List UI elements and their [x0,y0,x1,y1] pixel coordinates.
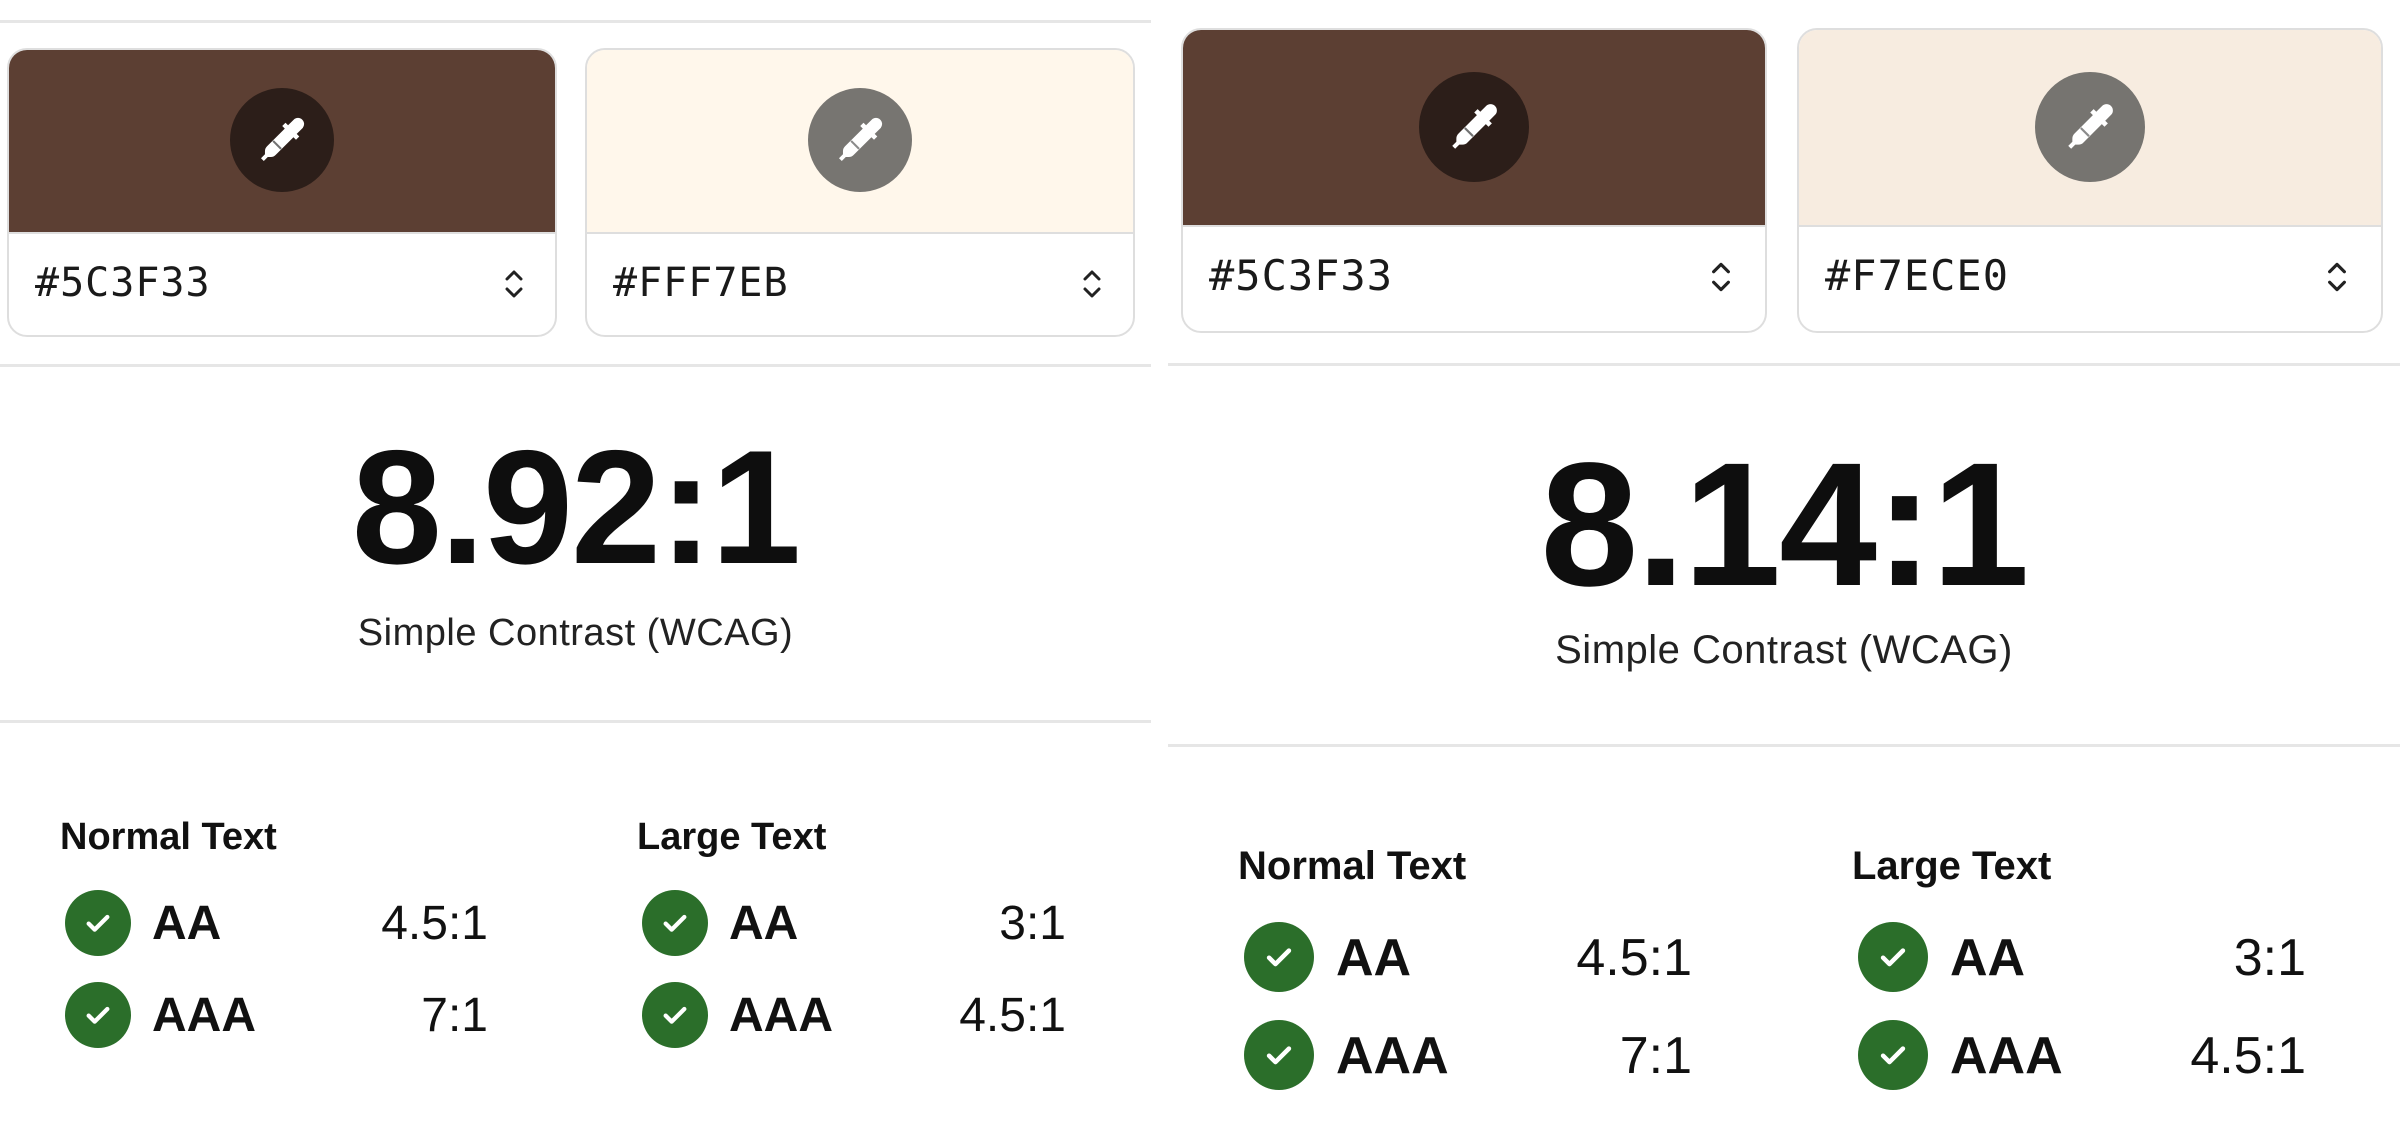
foreground-hex-row[interactable]: #5C3F33 [9,232,555,335]
check-icon [642,890,708,956]
background-color-card: #F7ECE0 [1797,28,2383,333]
foreground-stepper-icon[interactable] [1709,257,1733,297]
ratio-divider [0,720,1151,723]
normal-text-title: Normal Text [1238,844,1467,888]
background-hex-row[interactable]: #FFF7EB [587,232,1133,335]
check-icon [1858,922,1928,992]
normal-aaa-level: AAA [152,989,256,1042]
contrast-ratio-label: Simple Contrast (WCAG) [1555,628,2013,672]
foreground-color-card: #5C3F33 [1181,28,1767,333]
left-contrast-panel: #5C3F33 #FFF7EB 8.92:1 Simple Contrast (… [0,0,1151,1132]
foreground-hex-row[interactable]: #5C3F33 [1183,223,1765,331]
normal-aa-ratio: 4.5:1 [381,897,488,950]
large-aa-level: AA [729,897,799,950]
background-eyedropper-button[interactable] [2035,72,2145,182]
foreground-hex-value[interactable]: #5C3F33 [1209,251,1393,300]
foreground-eyedropper-button[interactable] [1419,72,1529,182]
ratio-divider [1168,744,2400,747]
large-aaa-level: AAA [1950,1027,2063,1085]
large-aaa-level: AAA [729,989,833,1042]
background-stepper-icon[interactable] [2325,257,2349,297]
eyedropper-icon [1452,104,1497,149]
check-icon [1244,922,1314,992]
foreground-eyedropper-button[interactable] [230,88,334,192]
normal-text-title: Normal Text [60,816,277,858]
foreground-stepper-icon[interactable] [503,265,525,303]
large-aa-ratio: 3:1 [2233,929,2306,987]
foreground-color-card: #5C3F33 [7,48,557,337]
background-hex-row[interactable]: #F7ECE0 [1799,223,2381,331]
background-eyedropper-button[interactable] [808,88,912,192]
large-aaa-ratio: 4.5:1 [959,989,1066,1042]
check-icon [65,890,131,956]
large-text-title: Large Text [637,816,827,858]
contrast-ratio-value: 8.92:1 [351,417,801,598]
eyedropper-icon [2068,104,2113,149]
large-aa-level: AA [1950,929,2026,987]
eyedropper-icon [261,117,305,161]
large-text-title: Large Text [1852,844,2052,888]
swatch-divider [0,364,1151,367]
check-icon [65,982,131,1048]
large-aaa-ratio: 4.5:1 [2190,1027,2306,1085]
top-divider [0,20,1151,23]
normal-aa-ratio: 4.5:1 [1576,929,1692,987]
swatch-divider [1168,363,2400,366]
contrast-ratio-label: Simple Contrast (WCAG) [357,612,794,654]
normal-aa-level: AA [1336,929,1412,987]
large-aa-ratio: 3:1 [999,897,1066,950]
normal-aaa-ratio: 7:1 [1619,1027,1692,1085]
normal-aaa-level: AAA [1336,1027,1449,1085]
normal-aaa-ratio: 7:1 [421,989,488,1042]
check-icon [642,982,708,1048]
normal-aa-level: AA [152,897,222,950]
check-icon [1858,1020,1928,1090]
background-stepper-icon[interactable] [1081,265,1103,303]
background-color-card: #FFF7EB [585,48,1135,337]
right-contrast-panel: #5C3F33 #F7ECE0 8.14:1 Simple Contrast (… [1168,0,2400,1132]
background-hex-value[interactable]: #FFF7EB [613,260,789,306]
foreground-hex-value[interactable]: #5C3F33 [35,260,211,306]
check-icon [1244,1020,1314,1090]
contrast-ratio-value: 8.14:1 [1540,427,2029,623]
eyedropper-icon [839,117,883,161]
background-hex-value[interactable]: #F7ECE0 [1825,251,2009,300]
